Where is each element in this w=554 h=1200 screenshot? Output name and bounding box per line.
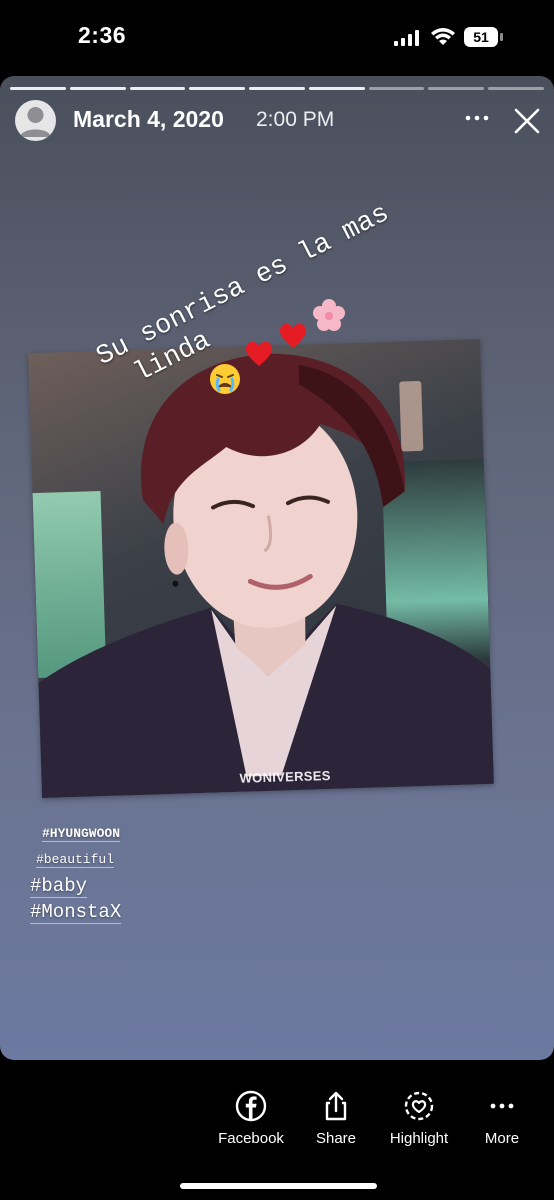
facebook-label: Facebook (218, 1130, 284, 1147)
red-heart-icon (245, 341, 273, 366)
facebook-icon (235, 1090, 267, 1122)
home-indicator[interactable] (180, 1183, 377, 1189)
hashtag[interactable]: #HYUNGWOON (42, 826, 121, 842)
progress-segment (189, 87, 246, 90)
cherry-blossom-icon (313, 299, 345, 331)
progress-segment (488, 87, 545, 90)
hashtag[interactable]: #MonstaX (30, 901, 122, 924)
status-time: 2:36 (78, 22, 127, 48)
portrait-illustration (38, 353, 494, 798)
progress-segment (10, 87, 66, 90)
story-progress-bar (10, 87, 545, 90)
highlight-icon (404, 1091, 434, 1121)
default-avatar-icon (20, 107, 51, 137)
cellular-signal-icon (394, 30, 419, 46)
progress-segment (129, 87, 186, 90)
avatar[interactable] (15, 100, 56, 141)
more-button[interactable]: More (460, 1090, 544, 1147)
share-button[interactable]: Share (294, 1090, 378, 1147)
progress-segment (69, 87, 126, 90)
hashtag[interactable]: #beautiful (36, 852, 115, 868)
progress-segment (428, 87, 485, 90)
progress-segment (249, 87, 305, 90)
red-heart-icon (279, 323, 307, 348)
highlight-label: Highlight (389, 1130, 449, 1147)
status-bar: 2:36 51 (0, 0, 554, 76)
photo-watermark: WONIVERSES (239, 767, 331, 786)
battery-level: 51 (464, 27, 498, 47)
facebook-button[interactable]: Facebook (209, 1090, 293, 1147)
share-label: Share (315, 1130, 357, 1147)
progress-segment (368, 87, 425, 90)
close-icon[interactable] (512, 106, 542, 136)
wifi-icon (431, 28, 455, 45)
story-photo: WONIVERSES (28, 339, 494, 798)
more-options-icon[interactable] (460, 106, 494, 130)
share-icon (325, 1091, 347, 1121)
bottom-action-bar: Facebook Share Highlight More (0, 1060, 554, 1200)
battery-icon: 51 (464, 27, 504, 47)
more-dots-icon (490, 1103, 514, 1109)
crying-face-emoji-icon (210, 364, 240, 394)
highlight-button[interactable]: Highlight (377, 1090, 461, 1147)
story-viewer[interactable]: March 4, 2020 2:00 PM WONIVERSES Su sonr… (0, 76, 554, 1060)
story-time: 2:00 PM (256, 108, 335, 131)
hashtag[interactable]: #baby (30, 875, 88, 898)
story-date: March 4, 2020 (73, 106, 224, 132)
more-label: More (484, 1130, 520, 1147)
progress-segment (308, 87, 365, 90)
